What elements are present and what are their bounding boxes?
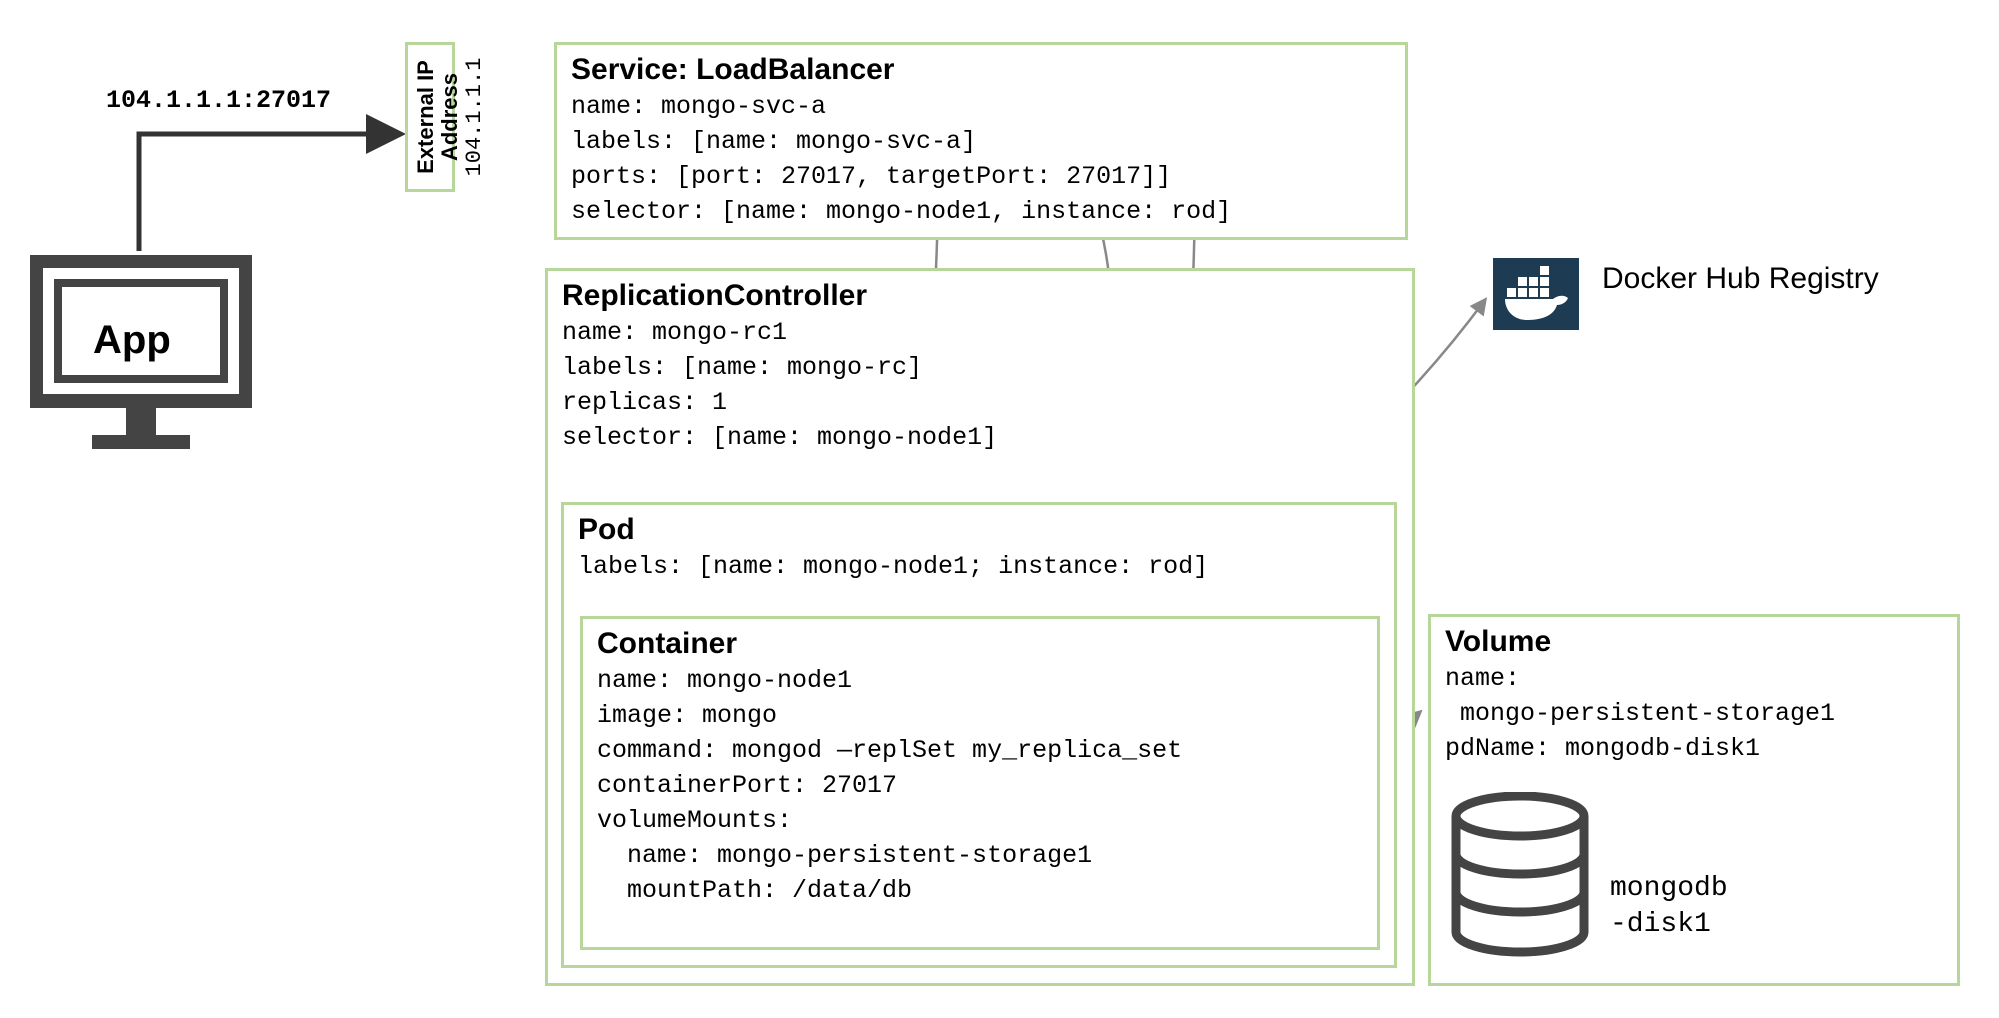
container-vm-path: mountPath: /data/db (597, 873, 1363, 908)
pod-labels: labels: [name: mongo-node1; instance: ro… (578, 549, 1380, 584)
container-name: name: mongo-node1 (597, 663, 1363, 698)
database-icon (1446, 792, 1594, 967)
app-label: App (93, 318, 171, 363)
container-image: image: mongo (597, 698, 1363, 733)
container-vm-title: volumeMounts: (597, 803, 1363, 838)
volume-name-key: name: (1445, 661, 1943, 696)
arrow-app-to-service (139, 134, 398, 251)
volume-pdname: pdName: mongodb-disk1 (1445, 731, 1943, 766)
service-ports: ports: [port: 27017, targetPort: 27017]] (571, 159, 1391, 194)
docker-hub-label: Docker Hub Registry (1602, 262, 1879, 296)
service-labels: labels: [name: mongo-svc-a] (571, 124, 1391, 159)
container-command: command: mongod —replSet my_replica_set (597, 733, 1363, 768)
external-ip-value: 104.1.1.1 (462, 49, 487, 185)
container-vm-name: name: mongo-persistent-storage1 (597, 838, 1363, 873)
disk-label: mongodb -disk1 (1610, 871, 1728, 944)
volume-name-val: mongo-persistent-storage1 (1445, 696, 1943, 731)
external-ip-title: External IP Address (414, 49, 462, 185)
service-box: Service: LoadBalancer name: mongo-svc-a … (554, 42, 1408, 240)
rc-selector: selector: [name: mongo-node1] (562, 420, 1398, 455)
pod-title: Pod (578, 513, 1380, 547)
container-title: Container (597, 627, 1363, 661)
docker-icon (1493, 258, 1579, 335)
rc-name: name: mongo-rc1 (562, 315, 1398, 350)
rc-title: ReplicationController (562, 279, 1398, 313)
ip-address-label: 104.1.1.1:27017 (106, 86, 331, 115)
external-ip-box: External IP Address 104.1.1.1 (405, 42, 455, 192)
service-selector: selector: [name: mongo-node1, instance: … (571, 194, 1391, 229)
volume-title: Volume (1445, 625, 1943, 659)
rc-replicas: replicas: 1 (562, 385, 1398, 420)
service-name: name: mongo-svc-a (571, 89, 1391, 124)
rc-labels: labels: [name: mongo-rc] (562, 350, 1398, 385)
container-box: Container name: mongo-node1 image: mongo… (580, 616, 1380, 950)
container-port: containerPort: 27017 (597, 768, 1363, 803)
service-title: Service: LoadBalancer (571, 53, 1391, 87)
